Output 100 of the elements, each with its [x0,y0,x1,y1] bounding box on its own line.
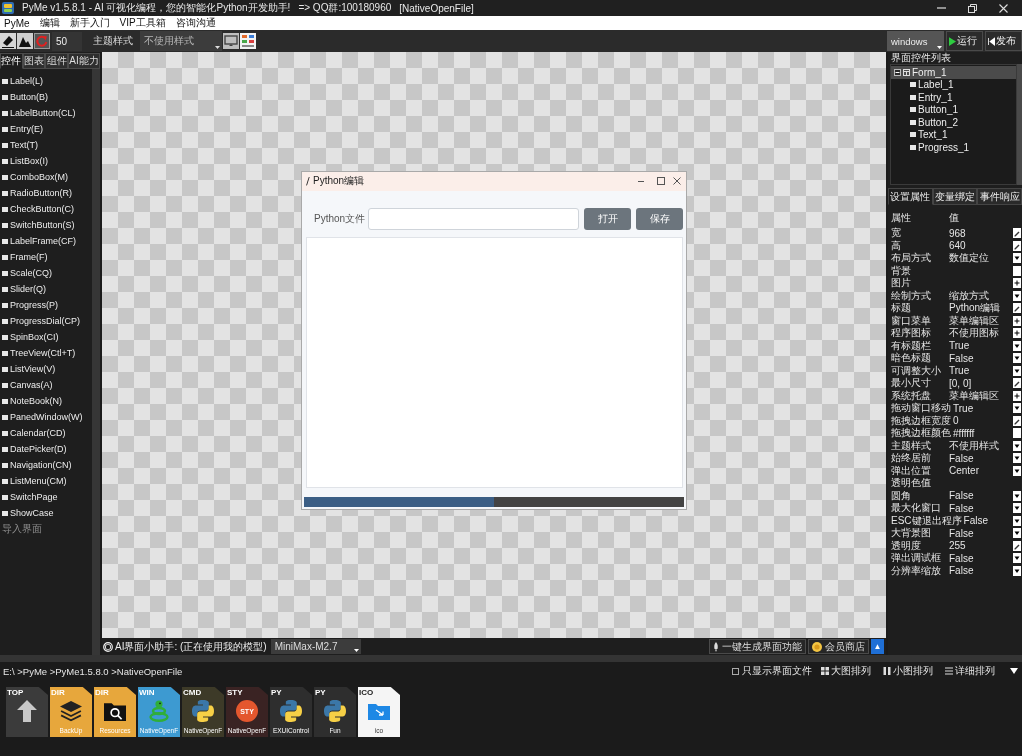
view-button[interactable]: 小图排列 [880,664,936,678]
run-button[interactable]: 运行 [946,31,983,51]
tree-item[interactable]: Label_1 [891,78,1016,91]
edit-icon[interactable] [1013,240,1021,251]
widget-list-item[interactable]: LabelFrame(CF) [0,233,92,249]
widget-list-item[interactable]: Scale(CQ) [0,265,92,281]
file-tile[interactable]: TOP [6,687,48,737]
menu-item[interactable]: 新手入门 [69,16,110,30]
widget-list-item[interactable]: DatePicker(D) [0,441,92,457]
zoom-field[interactable]: 50 [52,31,82,51]
widget-list-item[interactable]: ListMenu(CM) [0,473,92,489]
panel-tab[interactable]: 设置属性 [888,188,933,205]
model-dropdown[interactable]: MiniMax-M2.7 [270,639,361,654]
dropdown-icon[interactable] [1013,490,1021,501]
widget-list-item[interactable]: NoteBook(N) [0,393,92,409]
filter-checkbox[interactable]: 只显示界面文件 [732,664,812,678]
sidebar-tab[interactable]: 控件 [0,53,23,69]
eraser-icon[interactable] [0,33,16,49]
scrollbar[interactable] [92,69,100,655]
file-path-field[interactable] [367,207,580,230]
dropdown-icon[interactable] [1013,253,1021,264]
edit-icon[interactable] [1013,540,1021,551]
save-button[interactable]: 保存 [636,207,683,230]
widget-list-item[interactable]: SwitchButton(S) [0,217,92,233]
widget-list-item[interactable]: ComboBox(M) [0,169,92,185]
widget-list-item[interactable]: Navigation(CN) [0,457,92,473]
menu-item[interactable]: 编辑 [39,16,60,30]
dropdown-icon[interactable] [1013,403,1021,414]
menu-item[interactable]: PyMe [4,17,30,29]
image-icon[interactable] [17,33,33,49]
dropdown-icon[interactable] [1013,515,1021,526]
widget-list-item[interactable]: Progress(P) [0,297,92,313]
widget-list-item[interactable]: ShowCase [0,505,92,521]
view-button[interactable]: 详细排列 [942,664,998,678]
sidebar-tab[interactable]: 图表 [22,53,46,69]
generate-ui-button[interactable]: 一键生成界面功能 [709,639,806,654]
open-button[interactable]: 打开 [584,207,632,230]
dropdown-icon[interactable] [1013,503,1021,514]
widget-list-item[interactable]: ListBox(I) [0,153,92,169]
dropdown-icon[interactable] [1013,528,1021,539]
widget-list-item[interactable]: Frame(F) [0,249,92,265]
tree-item[interactable]: Form_1 [891,66,1016,79]
widget-list-item[interactable]: TreeView(Ctl+T) [0,345,92,361]
dropdown-icon[interactable] [1013,453,1021,464]
tree-item[interactable]: Progress_1 [891,141,1016,154]
widget-list-item[interactable]: Button(B) [0,89,92,105]
tree-item[interactable]: Button_1 [891,103,1016,116]
dropdown-icon[interactable] [1013,353,1021,364]
color-swatch[interactable] [1013,428,1021,439]
widget-list-item[interactable]: ListView(V) [0,361,92,377]
add-icon[interactable] [1013,390,1021,401]
view-button[interactable]: 大图排列 [818,664,874,678]
widget-list-item[interactable]: RadioButton(R) [0,185,92,201]
tree-item[interactable]: Button_2 [891,116,1016,129]
dropdown-icon[interactable] [1013,553,1021,564]
import-ui-link[interactable]: 导入界面 [0,521,92,537]
publish-button[interactable]: 发布 [985,31,1022,51]
edit-icon[interactable] [1013,303,1021,314]
dropdown-icon[interactable] [1013,465,1021,476]
member-shop-button[interactable]: 会员商店 [808,639,869,654]
widget-list-item[interactable]: Slider(Q) [0,281,92,297]
widget-list-item[interactable]: Entry(E) [0,121,92,137]
checkbox-icon[interactable] [732,667,739,675]
monitor-icon[interactable] [223,33,239,49]
scrollbar[interactable] [1017,64,1022,185]
dropdown-icon[interactable] [1013,365,1021,376]
widget-list-item[interactable]: Calendar(CD) [0,425,92,441]
panel-tab[interactable]: 变量绑定 [932,188,978,205]
dropdown-icon[interactable] [1013,340,1021,351]
widget-list-item[interactable]: Canvas(A) [0,377,92,393]
menu-item[interactable]: 咨询沟通 [175,16,216,30]
panel-tab[interactable]: 事件响应 [977,188,1022,205]
close-icon[interactable] [673,177,681,185]
platform-dropdown[interactable]: windows [887,31,944,51]
sidebar-tab[interactable]: 组件 [45,53,68,69]
theme-dropdown[interactable]: 不使用样式 [140,31,222,51]
minimize-icon[interactable] [638,180,644,182]
dropdown-icon[interactable] [1013,290,1021,301]
tree-item[interactable]: Text_1 [891,128,1016,141]
widget-list-item[interactable]: Label(L) [0,73,92,89]
menu-item[interactable]: VIP工具箱 [119,16,166,30]
dropdown-icon[interactable] [1013,565,1021,576]
tree-item[interactable]: Entry_1 [891,91,1016,104]
toggle-button[interactable]: ▲ [871,639,884,654]
widget-list-item[interactable]: CheckButton(C) [0,201,92,217]
widget-list-item[interactable]: PanedWindow(W) [0,409,92,425]
widget-list-item[interactable]: SpinBox(CI) [0,329,92,345]
widget-list-item[interactable]: SwitchPage [0,489,92,505]
color-swatch[interactable] [1013,265,1021,276]
dropdown-icon[interactable] [1013,440,1021,451]
widget-list-item[interactable]: Text(T) [0,137,92,153]
add-icon[interactable] [1013,278,1021,289]
add-icon[interactable] [1013,328,1021,339]
widget-list-item[interactable]: LabelButton(CL) [0,105,92,121]
widget-list-item[interactable]: ProgressDial(CP) [0,313,92,329]
sidebar-tab[interactable]: AI能力 [67,53,100,69]
caret-icon[interactable] [1010,668,1018,674]
restore-icon[interactable] [968,3,977,13]
maximize-icon[interactable] [657,177,665,185]
color-grid-icon[interactable] [240,33,256,49]
